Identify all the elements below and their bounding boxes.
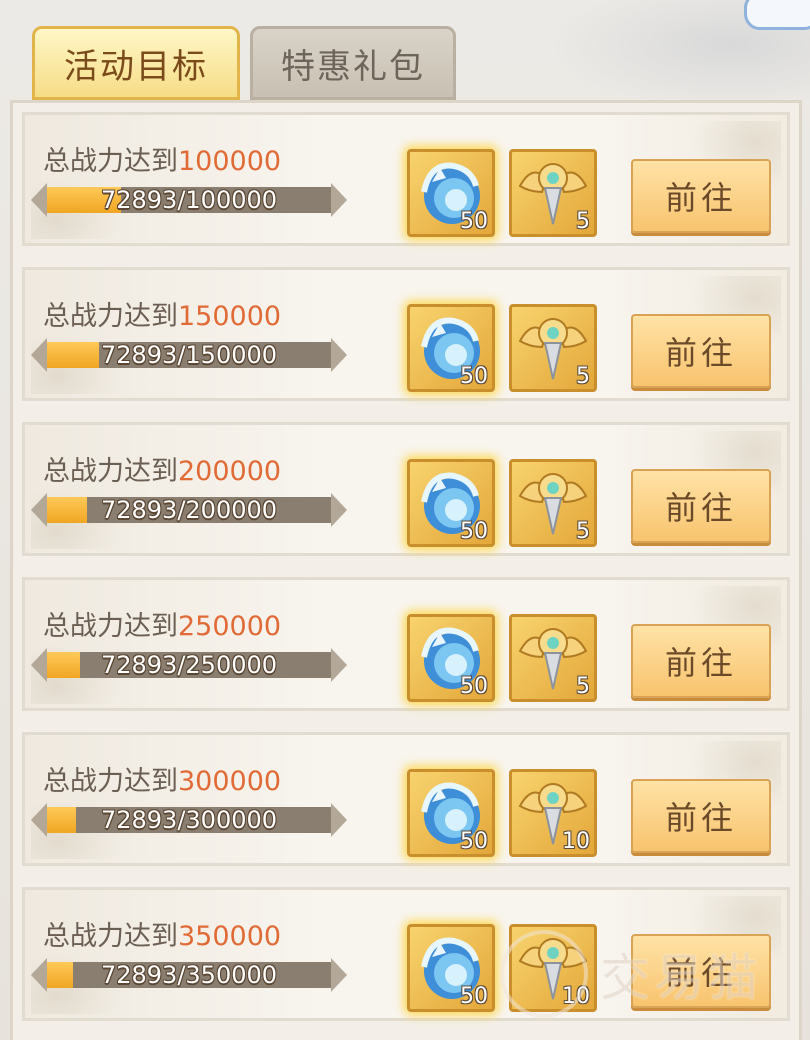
go-button[interactable]: 前往 [631,469,771,543]
reward-item-crest[interactable]: 5 [509,149,597,237]
reward-item-crest[interactable]: 5 [509,304,597,392]
go-button[interactable]: 前往 [631,779,771,853]
goal-row: 总战力达到200000 72893/200000 50 5 前往 [22,422,790,556]
goal-target: 300000 [178,766,282,797]
reward-qty: 50 [460,674,488,699]
progress-bar: 72893/250000 [31,648,347,682]
reward-item-orb[interactable]: 50 [407,614,495,702]
goal-target: 250000 [178,611,282,642]
progress-cap-right [331,338,347,372]
reward-qty: 50 [460,519,488,544]
progress-cap-left [31,183,47,217]
progress-cap-left [31,648,47,682]
goal-row: 总战力达到300000 72893/300000 50 10 前往 [22,732,790,866]
goal-label: 总战力达到 [43,456,178,487]
reward-qty: 5 [576,364,590,389]
top-corner-decoration [744,0,810,30]
goal-target: 350000 [178,921,282,952]
reward-qty: 5 [576,519,590,544]
goal-label: 总战力达到 [43,766,178,797]
goal-row: 总战力达到250000 72893/250000 50 5 前往 [22,577,790,711]
goal-target: 200000 [178,456,282,487]
progress-cap-right [331,648,347,682]
progress-text: 72893/300000 [100,806,278,834]
goal-label: 总战力达到 [43,611,178,642]
progress-cap-right [331,803,347,837]
goal-label: 总战力达到 [43,301,178,332]
go-button[interactable]: 前往 [631,314,771,388]
reward-item-crest[interactable]: 5 [509,459,597,547]
goal-label: 总战力达到 [43,921,178,952]
reward-item-orb[interactable]: 50 [407,149,495,237]
progress-cap-left [31,493,47,527]
progress-text: 72893/350000 [100,961,278,989]
progress-bar: 72893/200000 [31,493,347,527]
goal-title: 总战力达到100000 [43,139,281,178]
watermark-circle [500,930,588,1018]
progress-text: 72893/250000 [100,651,278,679]
goal-label: 总战力达到 [43,146,178,177]
goal-title: 总战力达到300000 [43,759,281,798]
tab-label: 特惠礼包 [281,46,425,87]
goal-title: 总战力达到200000 [43,449,281,488]
watermark-logo: 交易猫 [500,920,800,1020]
go-button[interactable]: 前往 [631,159,771,233]
progress-cap-right [331,183,347,217]
progress-cap-right [331,958,347,992]
progress-text: 72893/100000 [100,186,278,214]
progress-text: 72893/200000 [100,496,278,524]
progress-bar: 72893/350000 [31,958,347,992]
progress-cap-right [331,493,347,527]
progress-bar: 72893/100000 [31,183,347,217]
reward-qty: 50 [460,209,488,234]
progress-cap-left [31,958,47,992]
reward-item-crest[interactable]: 5 [509,614,597,702]
goal-title: 总战力达到150000 [43,294,281,333]
reward-qty: 5 [576,209,590,234]
goal-title: 总战力达到250000 [43,604,281,643]
go-button[interactable]: 前往 [631,624,771,698]
goal-row: 总战力达到150000 72893/150000 50 5 前往 [22,267,790,401]
progress-text: 72893/150000 [100,341,278,369]
progress-cap-left [31,803,47,837]
reward-qty: 10 [562,829,590,854]
reward-qty: 50 [460,829,488,854]
tab-label: 活动目标 [64,46,208,87]
goal-title: 总战力达到350000 [43,914,281,953]
reward-qty: 5 [576,674,590,699]
progress-bar: 72893/150000 [31,338,347,372]
reward-item-orb[interactable]: 50 [407,924,495,1012]
goal-target: 150000 [178,301,282,332]
reward-item-orb[interactable]: 50 [407,459,495,547]
reward-item-crest[interactable]: 10 [509,769,597,857]
goal-target: 100000 [178,146,282,177]
tab-activity-goals[interactable]: 活动目标 [32,26,240,100]
reward-qty: 50 [460,984,488,1009]
tab-special-packs[interactable]: 特惠礼包 [250,26,456,100]
goal-row: 总战力达到100000 72893/100000 50 5 前往 [22,112,790,246]
progress-cap-left [31,338,47,372]
reward-qty: 50 [460,364,488,389]
reward-item-orb[interactable]: 50 [407,769,495,857]
watermark-text: 交易猫 [600,949,762,1007]
reward-item-orb[interactable]: 50 [407,304,495,392]
progress-bar: 72893/300000 [31,803,347,837]
